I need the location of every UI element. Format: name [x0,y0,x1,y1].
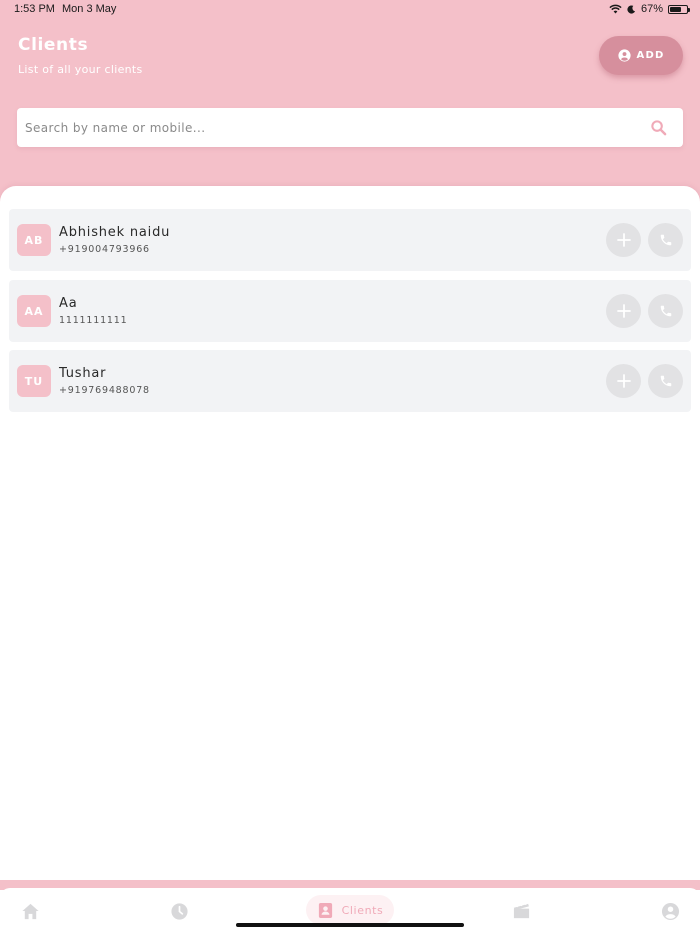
moon-icon [627,4,636,14]
phone-icon [660,375,671,387]
clients-icon [318,902,332,918]
tab-home[interactable] [19,900,41,922]
status-bar: 1:53 PM Mon 3 May 67% [0,0,700,20]
home-icon [21,903,39,919]
add-appointment-button[interactable] [606,364,641,398]
avatar: TU [17,365,51,397]
client-row[interactable]: AA Aa 1111111111 [9,280,691,342]
client-name: Abhishek naidu [59,225,171,240]
battery-percentage: 67% [640,3,663,15]
page-title: Clients [18,35,89,55]
tab-profile[interactable] [659,900,681,922]
page-subtitle: List of all your clients [18,63,143,76]
wifi-icon [609,4,622,14]
tab-media[interactable] [510,900,532,922]
tab-clients[interactable]: Clients [306,895,394,925]
add-appointment-button[interactable] [606,223,641,257]
plus-icon [616,374,631,388]
battery-icon [668,4,690,14]
user-circle-icon [617,49,631,62]
home-indicator [236,923,464,927]
client-name: Tushar [59,366,107,381]
client-phone: +919769488078 [59,385,150,396]
tab-clients-label: Clients [341,903,384,917]
bottom-tab-bar: Clients [0,888,700,934]
tab-history[interactable] [168,900,190,922]
client-list-sheet: AB Abhishek naidu +919004793966 AA Aa 11… [0,186,700,880]
avatar: AB [17,224,51,256]
add-client-button[interactable]: ADD [599,36,683,75]
client-row[interactable]: AB Abhishek naidu +919004793966 [9,209,691,271]
phone-icon [660,305,671,317]
call-button[interactable] [648,223,683,257]
client-phone: +919004793966 [59,244,150,255]
client-phone: 1111111111 [59,315,128,326]
plus-icon [616,233,631,247]
search-bar [17,108,683,147]
add-appointment-button[interactable] [606,294,641,328]
status-date: Mon 3 May [62,3,117,15]
client-name: Aa [59,296,78,311]
status-time: 1:53 PM [14,3,55,15]
call-button[interactable] [648,294,683,328]
search-input[interactable] [25,108,625,147]
search-icon[interactable] [650,119,667,136]
media-icon [513,902,529,918]
plus-icon [616,304,631,318]
add-button-label: ADD [636,50,665,61]
call-button[interactable] [648,364,683,398]
avatar: AA [17,295,51,327]
client-row[interactable]: TU Tushar +919769488078 [9,350,691,412]
history-icon [170,902,188,920]
status-indicators: 67% [609,3,690,15]
profile-icon [661,902,679,920]
phone-icon [660,234,671,246]
